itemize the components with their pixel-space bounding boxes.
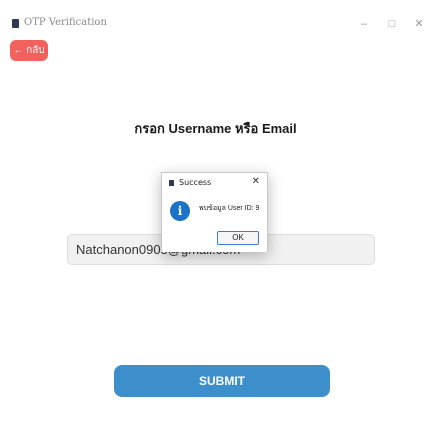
dialog-title-bar: Success ✕: [162, 173, 267, 193]
dialog-title: Success: [179, 178, 212, 187]
close-icon[interactable]: ✕: [410, 15, 428, 33]
minimize-icon[interactable]: –: [355, 15, 373, 33]
dialog-app-icon: [169, 180, 174, 186]
window-title: OTP Verification: [24, 17, 107, 28]
info-icon: i: [170, 201, 190, 221]
app-window: OTP Verification – □ ✕ ← กลับ กรอก Usern…: [0, 0, 431, 436]
success-dialog: Success ✕ i พบข้อมูล User ID: 9 OK: [161, 172, 268, 252]
title-bar: OTP Verification – □ ✕: [0, 12, 431, 36]
app-icon: [12, 19, 19, 28]
back-button[interactable]: ← กลับ: [10, 40, 48, 61]
dialog-message: พบข้อมูล User ID: 9: [199, 205, 260, 212]
dialog-close-icon[interactable]: ✕: [252, 176, 260, 187]
submit-button[interactable]: SUBMIT: [114, 365, 330, 397]
maximize-icon[interactable]: □: [383, 15, 401, 33]
page-title: กรอก Username หรือ Email: [134, 121, 297, 136]
dialog-body: i พบข้อมูล User ID: 9 OK: [162, 193, 267, 252]
ok-button[interactable]: OK: [217, 231, 259, 245]
